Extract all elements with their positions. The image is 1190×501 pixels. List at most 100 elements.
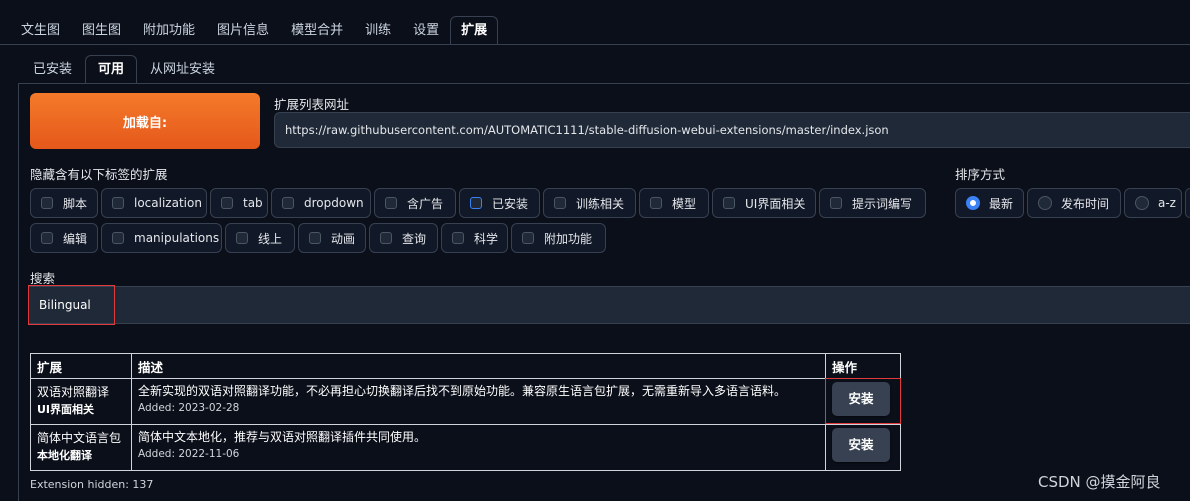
extension-added-date: Added: 2023-02-28 [138, 402, 240, 414]
tag-label: tab [243, 196, 263, 210]
tab-install-from-url[interactable]: 从网址安装 [137, 55, 228, 84]
checkbox-icon [470, 197, 482, 209]
extension-description: 全新实现的双语对照翻译功能，不必再担心切换翻译后找不到原始功能。兼容原生语言包扩… [138, 384, 787, 398]
tag-label: 提示词编写 [852, 196, 913, 211]
sort-option-label: 最新 [989, 196, 1014, 211]
tab-png-info[interactable]: 图片信息 [206, 16, 280, 45]
tab-available[interactable]: 可用 [85, 55, 138, 84]
sort-radio-date[interactable]: 发布时间 [1027, 188, 1121, 218]
tag-label: 附加功能 [544, 231, 593, 246]
tag-checkbox-tab[interactable]: tab [210, 188, 268, 218]
sort-radio-newest[interactable]: 最新 [955, 188, 1024, 218]
tag-label: 查询 [402, 231, 427, 246]
tag-label: 含广告 [407, 196, 444, 211]
tag-checkbox-models[interactable]: 模型 [639, 188, 709, 218]
install-button-highlight [825, 378, 901, 424]
checkbox-icon [452, 232, 464, 244]
tag-label: 脚本 [63, 196, 88, 211]
tag-checkbox-editing[interactable]: 编辑 [30, 223, 98, 253]
tag-checkbox-ads[interactable]: 含广告 [374, 188, 456, 218]
tag-checkbox-installed[interactable]: 已安装 [459, 188, 540, 218]
extensions-table: 扩展 描述 操作 双语对照翻译 UI界面相关 全新实现的双语对照翻译功能，不必再… [30, 353, 901, 471]
tag-checkbox-ui-related[interactable]: UI界面相关 [712, 188, 816, 218]
extension-index-url-input[interactable]: https://raw.githubusercontent.com/AUTOMA… [274, 112, 1190, 148]
checkbox-icon [385, 197, 397, 209]
tab-checkpoint-merger[interactable]: 模型合并 [280, 16, 354, 45]
description-cell: 全新实现的双语对照翻译功能，不必再担心切换翻译后找不到原始功能。兼容原生语言包扩… [131, 378, 826, 425]
tag-label: 编辑 [63, 231, 88, 246]
tag-label: 已安装 [492, 196, 529, 211]
tag-checkbox-extras[interactable]: 附加功能 [511, 223, 606, 253]
checkbox-icon [112, 197, 124, 209]
tab-img2img[interactable]: 图生图 [71, 16, 132, 45]
tag-checkbox-science[interactable]: 科学 [441, 223, 508, 253]
checkbox-icon [112, 232, 124, 244]
checkbox-icon [830, 197, 842, 209]
extension-name-link[interactable]: 双语对照翻译 [37, 384, 125, 401]
tab-installed[interactable]: 已安装 [20, 55, 85, 84]
sort-option-label: a-z [1158, 196, 1176, 210]
checkbox-icon [723, 197, 735, 209]
install-button[interactable]: 安装 [832, 428, 890, 462]
tag-label: 训练相关 [576, 196, 625, 211]
checkbox-icon [41, 232, 53, 244]
checkbox-icon [236, 232, 248, 244]
tag-checkbox-training[interactable]: 训练相关 [543, 188, 636, 218]
checkbox-icon [282, 197, 294, 209]
tab-settings[interactable]: 设置 [402, 16, 450, 45]
extension-tag: UI界面相关 [37, 403, 95, 416]
description-cell: 简体中文本地化，推荐与双语对照翻译插件共同使用。 Added: 2022-11-… [131, 424, 826, 471]
action-cell: 安装 [825, 424, 901, 471]
checkbox-icon [221, 197, 233, 209]
tag-checkbox-online[interactable]: 线上 [225, 223, 295, 253]
sort-radio-more[interactable] [1185, 188, 1190, 218]
search-input-value[interactable]: Bilingual [28, 285, 115, 325]
table-row: 双语对照翻译 UI界面相关 全新实现的双语对照翻译功能，不必再担心切换翻译后找不… [30, 378, 901, 425]
checkbox-icon [309, 232, 321, 244]
sort-label: 排序方式 [955, 167, 1006, 182]
sort-radio-az[interactable]: a-z [1124, 188, 1182, 218]
extension-added-date: Added: 2022-11-06 [138, 448, 240, 460]
extension-cell: 简体中文语言包 本地化翻译 [30, 424, 132, 471]
tag-label: 动画 [331, 231, 356, 246]
panel-border [18, 83, 19, 501]
checkbox-icon [380, 232, 392, 244]
tab-extras[interactable]: 附加功能 [132, 16, 206, 45]
tag-label: 线上 [258, 231, 283, 246]
extension-description: 简体中文本地化，推荐与双语对照翻译插件共同使用。 [138, 430, 427, 444]
extension-subtabs: 已安装 可用 从网址安装 [20, 55, 228, 84]
sort-option-label: 发布时间 [1061, 196, 1110, 211]
tab-extensions[interactable]: 扩展 [450, 16, 499, 45]
url-label: 扩展列表网址 [274, 97, 350, 112]
tag-label: 模型 [672, 196, 697, 211]
radio-icon [1135, 196, 1149, 210]
checkbox-icon [554, 197, 566, 209]
hidden-extension-count: Extension hidden: 137 [30, 478, 154, 491]
extension-tag: 本地化翻译 [37, 449, 92, 462]
table-row: 简体中文语言包 本地化翻译 简体中文本地化，推荐与双语对照翻译插件共同使用。 A… [30, 424, 901, 471]
tag-label: dropdown [304, 196, 364, 210]
main-tabs: 文生图 图生图 附加功能 图片信息 模型合并 训练 设置 扩展 [10, 16, 499, 45]
checkbox-icon [650, 197, 662, 209]
tag-checkbox-prompting[interactable]: 提示词编写 [819, 188, 926, 218]
tab-train[interactable]: 训练 [354, 16, 402, 45]
watermark: CSDN @摸金阿良 [1038, 473, 1161, 491]
table-header-row: 扩展 描述 操作 [30, 353, 901, 379]
tag-checkbox-manipulations[interactable]: manipulations [101, 223, 222, 253]
load-from-button[interactable]: 加载自: [30, 93, 260, 149]
tab-txt2img[interactable]: 文生图 [10, 16, 71, 45]
tag-checkbox-dropdown[interactable]: dropdown [271, 188, 371, 218]
subtab-divider [18, 83, 1190, 84]
tab-divider [0, 44, 1190, 45]
tag-checkbox-script[interactable]: 脚本 [30, 188, 98, 218]
tag-checkbox-localization[interactable]: localization [101, 188, 207, 218]
radio-selected-icon [966, 196, 980, 210]
search-input[interactable] [28, 286, 1190, 324]
column-header-extension: 扩展 [30, 353, 132, 379]
column-header-description: 描述 [131, 353, 826, 379]
column-header-action: 操作 [825, 353, 901, 379]
extension-name-link[interactable]: 简体中文语言包 [37, 430, 125, 447]
tag-checkbox-query[interactable]: 查询 [369, 223, 438, 253]
tag-checkbox-animation[interactable]: 动画 [298, 223, 366, 253]
tag-label: localization [134, 196, 202, 210]
